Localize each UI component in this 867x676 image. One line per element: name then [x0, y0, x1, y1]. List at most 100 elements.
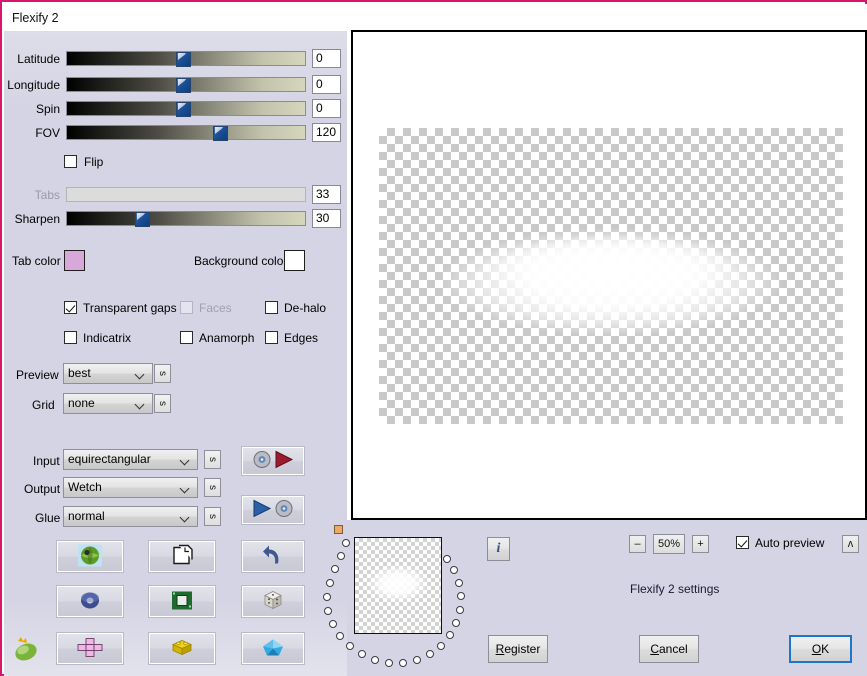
- zoom-level-display[interactable]: 50%: [653, 534, 685, 554]
- square-button[interactable]: [148, 585, 216, 618]
- slider-track-latitude[interactable]: [66, 51, 306, 67]
- brick-button[interactable]: [148, 632, 216, 665]
- dropdown-input[interactable]: equirectangular: [63, 449, 198, 470]
- ring-marker[interactable]: [334, 525, 343, 534]
- slider-thumb-fov[interactable]: [213, 126, 228, 141]
- checkbox-edges[interactable]: [265, 331, 278, 344]
- ring-dot[interactable]: [385, 659, 393, 667]
- slider-track-fov[interactable]: [66, 125, 306, 141]
- slider-thumb-spin[interactable]: [176, 102, 191, 117]
- ring-dot[interactable]: [337, 552, 345, 560]
- ring-dot[interactable]: [324, 607, 332, 615]
- slider-track-sharpen[interactable]: [66, 211, 306, 227]
- value-fov[interactable]: 120: [312, 123, 341, 142]
- zoom-out-button[interactable]: –: [629, 535, 646, 553]
- info-icon: i: [496, 541, 501, 556]
- thumbnail-preview[interactable]: [354, 537, 442, 634]
- undo-arrow-icon: [261, 544, 285, 569]
- value-tabs[interactable]: 33: [312, 185, 341, 204]
- cancel-button[interactable]: Cancel: [639, 635, 699, 663]
- label-grid: Grid: [32, 398, 55, 412]
- ring-dot[interactable]: [452, 619, 460, 627]
- gem-button[interactable]: [241, 632, 305, 665]
- dropdown-preview[interactable]: best: [63, 363, 153, 384]
- checkbox-de-halo[interactable]: [265, 301, 278, 314]
- dropdown-grid[interactable]: none: [63, 393, 153, 414]
- preview-swap-button[interactable]: s: [154, 364, 171, 383]
- info-button[interactable]: i: [487, 537, 510, 561]
- ring-dot[interactable]: [346, 642, 354, 650]
- ring-dot[interactable]: [450, 566, 458, 574]
- register-accel: R: [495, 642, 505, 656]
- slider-label-latitude: Latitude: [17, 52, 60, 66]
- slider-track-spin[interactable]: [66, 101, 306, 117]
- pages-button[interactable]: [148, 540, 216, 573]
- value-latitude[interactable]: 0: [312, 49, 341, 68]
- output-swap-label: s: [207, 485, 218, 490]
- preview-canvas[interactable]: [351, 30, 867, 520]
- flexify-dialog-window: Flexify 2 Latitude 0 Longitude 0 Spin 0 …: [0, 0, 867, 676]
- ring-dot[interactable]: [399, 659, 407, 667]
- swatch-tab-color[interactable]: [64, 250, 85, 271]
- ring-dot[interactable]: [456, 606, 464, 614]
- slider-label-tabs: Tabs: [34, 188, 60, 202]
- checkbox-flip[interactable]: [64, 155, 77, 168]
- ring-dot[interactable]: [413, 656, 421, 664]
- title-bar: Flexify 2: [4, 4, 867, 31]
- value-spin[interactable]: 0: [312, 99, 341, 118]
- ring-dot[interactable]: [455, 579, 463, 587]
- checkbox-anamorph[interactable]: [180, 331, 193, 344]
- cancel-rest: ancel: [658, 642, 688, 656]
- ring-dot[interactable]: [331, 565, 339, 573]
- ring-dot[interactable]: [457, 592, 465, 600]
- ok-button[interactable]: OK: [789, 635, 852, 663]
- cross-net-button[interactable]: [56, 632, 124, 665]
- slider-thumb-sharpen[interactable]: [135, 212, 150, 227]
- ring-dot[interactable]: [336, 632, 344, 640]
- dropdown-output[interactable]: Wetch: [63, 477, 198, 498]
- slider-label-sharpen: Sharpen: [14, 212, 60, 226]
- slider-track-longitude[interactable]: [66, 77, 306, 93]
- chevron-down-icon: [181, 485, 190, 490]
- dice-button[interactable]: [241, 585, 305, 618]
- slider-thumb-longitude[interactable]: [176, 78, 191, 93]
- checkbox-label-faces: Faces: [199, 301, 232, 315]
- ring-dot[interactable]: [437, 642, 445, 650]
- grid-swap-button[interactable]: s: [154, 394, 171, 413]
- checkbox-transparent-gaps[interactable]: [64, 301, 77, 314]
- swatch-background-color[interactable]: [284, 250, 305, 271]
- undo-button[interactable]: [241, 540, 305, 573]
- cross-net-icon: [76, 636, 104, 661]
- grid-swap-label: s: [157, 401, 168, 406]
- slider-label-fov: FOV: [35, 126, 60, 140]
- ring-dot[interactable]: [326, 579, 334, 587]
- globe-button[interactable]: [56, 540, 124, 573]
- zoom-in-button[interactable]: +: [692, 535, 709, 553]
- output-swap-button[interactable]: s: [204, 478, 221, 497]
- torus-button[interactable]: [56, 585, 124, 618]
- ring-dot[interactable]: [323, 593, 331, 601]
- value-sharpen[interactable]: 30: [312, 209, 341, 228]
- input-swap-button[interactable]: s: [204, 450, 221, 469]
- checkbox-auto-preview[interactable]: [736, 536, 749, 549]
- ring-dot[interactable]: [443, 555, 451, 563]
- collapse-panel-button[interactable]: ʌ: [842, 535, 859, 553]
- glue-swap-button[interactable]: s: [204, 507, 221, 526]
- ring-dot[interactable]: [329, 620, 337, 628]
- ring-dot[interactable]: [358, 650, 366, 658]
- checkbox-indicatrix[interactable]: [64, 331, 77, 344]
- ring-dot[interactable]: [371, 656, 379, 664]
- slider-thumb-latitude[interactable]: [176, 52, 191, 67]
- ring-dot[interactable]: [446, 631, 454, 639]
- save-output-preset-button[interactable]: [241, 495, 305, 525]
- transparency-checkerboard: [379, 128, 843, 424]
- chevron-down-icon: [136, 371, 145, 376]
- register-button[interactable]: Register: [488, 635, 548, 663]
- value-longitude[interactable]: 0: [312, 75, 341, 94]
- load-input-preset-button[interactable]: [241, 446, 305, 476]
- ring-dot[interactable]: [426, 650, 434, 658]
- dropdown-glue-value: normal: [68, 509, 105, 523]
- dropdown-glue[interactable]: normal: [63, 506, 198, 527]
- slider-label-longitude: Longitude: [7, 78, 60, 92]
- ring-dot[interactable]: [342, 539, 350, 547]
